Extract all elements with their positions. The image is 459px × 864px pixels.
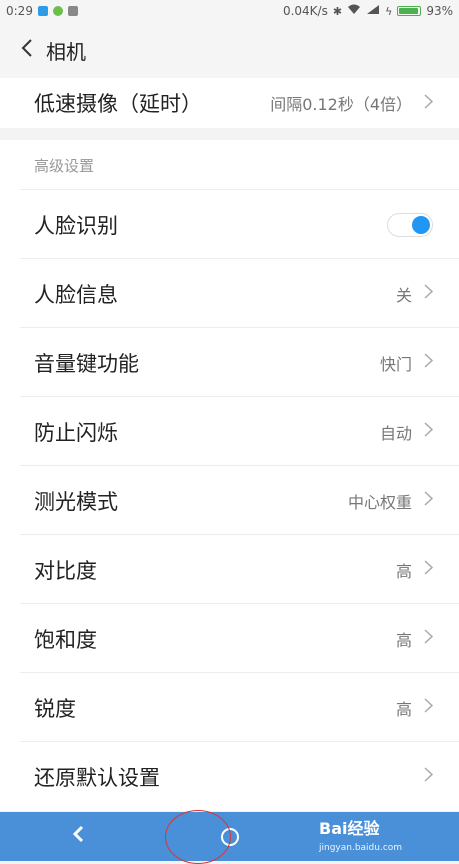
row-value: 中心权重 xyxy=(347,492,412,512)
row-label: 测光模式 xyxy=(34,489,118,514)
top-settings-card: 低速摄像（延时） 间隔0.12秒（4倍） xyxy=(0,78,459,128)
chevron-right-icon xyxy=(424,559,434,580)
row-value: 关 xyxy=(395,285,412,305)
android-icon xyxy=(52,6,63,16)
navigation-bar: Bai经验 jingyan.baidu.com xyxy=(0,810,459,864)
chevron-right-icon xyxy=(424,352,434,373)
row-value: 高 xyxy=(395,699,412,719)
chevron-right-icon xyxy=(424,628,434,649)
row-right xyxy=(387,212,433,237)
row-label: 锐度 xyxy=(34,696,76,721)
charging-icon: ϟ xyxy=(385,4,393,18)
row-right: 高 xyxy=(395,558,434,582)
row-right: 自动 xyxy=(379,420,434,444)
setting-row[interactable]: 测光模式 中心权重 xyxy=(0,466,459,535)
signal-icon xyxy=(366,4,380,18)
chevron-right-icon xyxy=(424,283,434,304)
row-right: 高 xyxy=(395,627,434,651)
watermark-subtext: jingyan.baidu.com xyxy=(319,842,403,853)
setting-row-timelapse[interactable]: 低速摄像（延时） 间隔0.12秒（4倍） xyxy=(0,78,459,128)
toggle-switch[interactable] xyxy=(387,212,433,237)
home-button[interactable] xyxy=(155,810,305,864)
setting-row[interactable]: 饱和度 高 xyxy=(0,604,459,673)
row-label: 人脸识别 xyxy=(34,213,118,238)
row-label: 音量键功能 xyxy=(34,351,139,376)
back-arrow-icon[interactable] xyxy=(0,824,155,849)
status-bar: 0:29 0.04K/s ✱ ϟ 93% xyxy=(0,0,459,22)
row-right: 关 xyxy=(395,282,434,306)
chevron-right-icon xyxy=(424,766,434,787)
row-value: 自动 xyxy=(379,423,412,443)
row-label: 低速摄像（延时） xyxy=(34,92,202,116)
row-value: 高 xyxy=(395,630,412,650)
battery-percent: 93% xyxy=(426,4,453,18)
chevron-right-icon xyxy=(424,697,434,718)
row-right: 间隔0.12秒（4倍） xyxy=(270,91,434,115)
status-left: 0:29 xyxy=(6,4,78,18)
row-right xyxy=(424,766,434,787)
row-label: 防止闪烁 xyxy=(34,420,118,445)
setting-row[interactable]: 人脸信息 关 xyxy=(0,259,459,328)
setting-row[interactable]: 锐度 高 xyxy=(0,673,459,742)
status-time: 0:29 xyxy=(6,4,33,18)
watermark-text: Bai经验 xyxy=(319,818,380,838)
setting-row[interactable]: 还原默认设置 xyxy=(0,742,459,811)
battery-fill xyxy=(399,8,418,14)
bluetooth-icon: ✱ xyxy=(332,4,343,18)
row-right: 中心权重 xyxy=(347,489,434,513)
chevron-left-icon[interactable] xyxy=(8,38,46,63)
chevron-right-icon xyxy=(424,93,434,114)
page-title: 相机 xyxy=(46,39,86,64)
chevron-right-icon xyxy=(424,421,434,442)
chevron-right-icon xyxy=(424,490,434,511)
title-bar: 相机 xyxy=(0,22,459,78)
status-right: 0.04K/s ✱ ϟ 93% xyxy=(283,4,453,18)
message-icon xyxy=(67,6,78,16)
watermark-logo: Bai经验 jingyan.baidu.com xyxy=(319,818,403,853)
setting-row[interactable]: 人脸识别 xyxy=(0,190,459,259)
row-label: 饱和度 xyxy=(34,627,97,652)
notification-icon xyxy=(37,6,48,16)
row-value: 间隔0.12秒（4倍） xyxy=(270,95,412,114)
toggle-knob xyxy=(412,215,430,234)
row-label: 人脸信息 xyxy=(34,282,118,307)
battery-icon xyxy=(397,6,422,16)
annotation-circle xyxy=(165,810,231,864)
row-value: 快门 xyxy=(379,354,412,374)
wifi-icon xyxy=(347,4,361,18)
setting-row[interactable]: 防止闪烁 自动 xyxy=(0,397,459,466)
network-speed: 0.04K/s xyxy=(282,4,328,18)
advanced-settings-card: 高级设置 人脸识别 人脸信息关音量键功能 快门 防止闪烁 自动 测光模式 中心权重 对比度高饱… xyxy=(0,140,459,811)
row-value: 高 xyxy=(395,561,412,581)
row-right: 快门 xyxy=(379,351,434,375)
row-label: 对比度 xyxy=(34,558,97,583)
setting-row[interactable]: 音量键功能 快门 xyxy=(0,328,459,397)
setting-row[interactable]: 对比度 高 xyxy=(0,535,459,604)
row-right: 高 xyxy=(395,696,434,720)
section-header: 高级设置 xyxy=(0,140,459,190)
row-label: 还原默认设置 xyxy=(34,765,160,790)
